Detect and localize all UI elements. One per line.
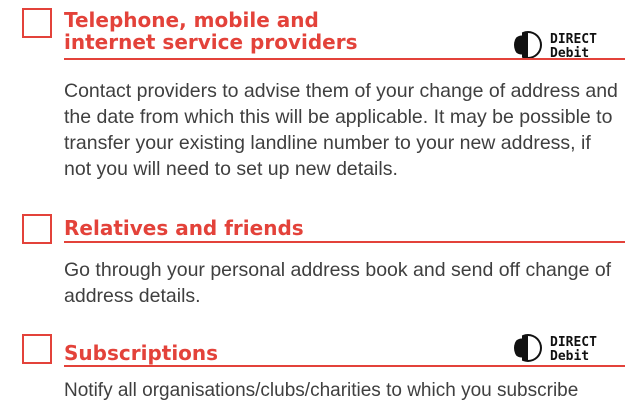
direct-debit-logo-icon: DIRECT Debit <box>508 333 623 363</box>
logo-line2: Debit <box>550 349 589 363</box>
logo-line1: DIRECT <box>550 32 597 47</box>
section-title-line2: internet service providers <box>64 30 358 54</box>
section-title-relatives: Relatives and friends <box>64 216 304 240</box>
logo-line1: DIRECT <box>550 335 597 350</box>
section-body-telephone: Contact providers to advise them of your… <box>64 80 618 180</box>
section-divider <box>64 241 625 243</box>
section-title-telephone: Telephone, mobile and internet service p… <box>64 9 384 53</box>
section-body-relatives: Go through your personal address book an… <box>64 259 612 307</box>
direct-debit-logo-icon: DIRECT Debit <box>508 30 623 60</box>
section-divider <box>64 365 625 367</box>
checkbox-subscriptions[interactable] <box>22 334 52 364</box>
section-title-subscriptions: Subscriptions <box>64 341 219 365</box>
section-divider <box>64 58 625 60</box>
section-title-line1: Telephone, mobile and <box>64 8 319 32</box>
checkbox-telephone[interactable] <box>22 8 52 38</box>
checkbox-relatives[interactable] <box>22 214 52 244</box>
section-body-subscriptions: Notify all organisations/clubs/charities… <box>64 380 579 401</box>
